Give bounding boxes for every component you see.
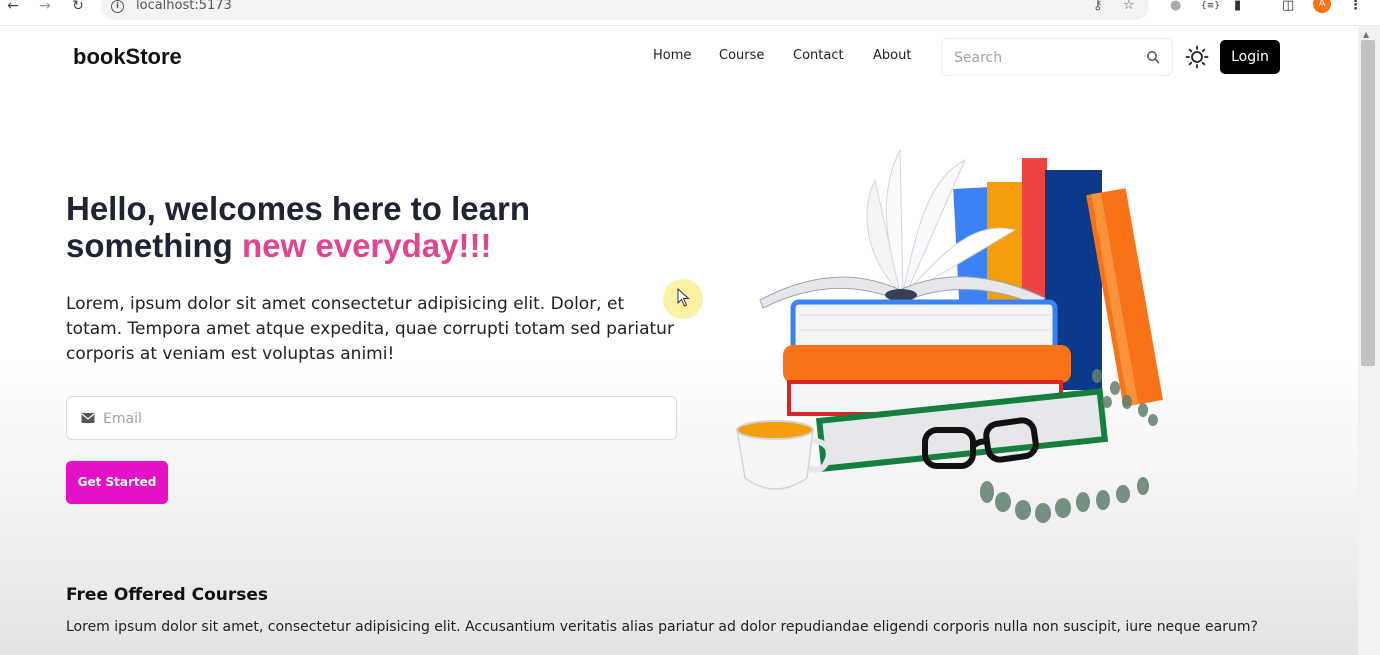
address-url: localhost:5173 bbox=[136, 0, 232, 13]
page-scrollbar[interactable]: ▲ bbox=[1358, 26, 1380, 655]
nav-link-contact[interactable]: Contact bbox=[793, 48, 844, 63]
forward-arrow-icon[interactable]: → bbox=[36, 0, 54, 14]
courses-section-title: Free Offered Courses bbox=[66, 585, 269, 605]
search-box bbox=[941, 38, 1173, 76]
back-arrow-icon[interactable]: ← bbox=[4, 0, 22, 14]
hero-description: Lorem, ipsum dolor sit amet consectetur … bbox=[66, 294, 674, 364]
courses-section-description: Lorem ipsum dolor sit amet, consectetur … bbox=[66, 619, 1258, 635]
mail-icon bbox=[81, 413, 95, 423]
bookmark-star-icon[interactable]: ☆ bbox=[1123, 0, 1135, 13]
email-input[interactable] bbox=[103, 407, 663, 431]
json-extension-icon[interactable]: {≡} bbox=[1201, 0, 1220, 12]
browser-toolbar: ← → ↻ i localhost:5173 ⚷ ☆ ● {≡} ▮ ◫ A ⋮ bbox=[0, 0, 1380, 26]
profile-avatar[interactable]: A bbox=[1313, 0, 1331, 13]
menu-dots-icon[interactable]: ⋮ bbox=[1349, 0, 1362, 12]
search-icon[interactable] bbox=[1146, 50, 1160, 64]
logo[interactable]: bookStore bbox=[73, 44, 182, 70]
scrollbar-thumb[interactable] bbox=[1361, 40, 1375, 366]
email-field bbox=[66, 396, 677, 440]
mouse-cursor-icon bbox=[677, 288, 690, 307]
reload-icon[interactable]: ↻ bbox=[69, 0, 87, 14]
hero-title: Hello, welcomes here to learn something … bbox=[66, 190, 686, 264]
get-started-button[interactable]: Get Started bbox=[66, 461, 168, 504]
site-info-icon[interactable]: i bbox=[111, 0, 124, 13]
nav-link-course[interactable]: Course bbox=[719, 48, 764, 63]
site-navbar: bookStore Home Course Contact About Logi… bbox=[0, 26, 1358, 90]
sidebar-icon[interactable]: ◫ bbox=[1282, 0, 1294, 12]
address-bar[interactable]: i localhost:5173 ⚷ ☆ bbox=[101, 0, 1149, 20]
nav-link-home[interactable]: Home bbox=[653, 48, 691, 63]
books-illustration bbox=[736, 149, 1163, 523]
scroll-up-arrow-icon[interactable]: ▲ bbox=[1363, 30, 1369, 39]
extension-icon[interactable]: ● bbox=[1170, 0, 1181, 12]
hero-title-accent: new everyday!!! bbox=[242, 227, 492, 264]
password-key-icon[interactable]: ⚷ bbox=[1093, 0, 1103, 13]
nav-link-about[interactable]: About bbox=[873, 48, 911, 63]
puzzle-icon[interactable]: ▮ bbox=[1234, 0, 1241, 12]
search-input[interactable] bbox=[954, 47, 1134, 69]
sun-icon[interactable] bbox=[1185, 45, 1209, 69]
login-button[interactable]: Login bbox=[1220, 40, 1280, 74]
